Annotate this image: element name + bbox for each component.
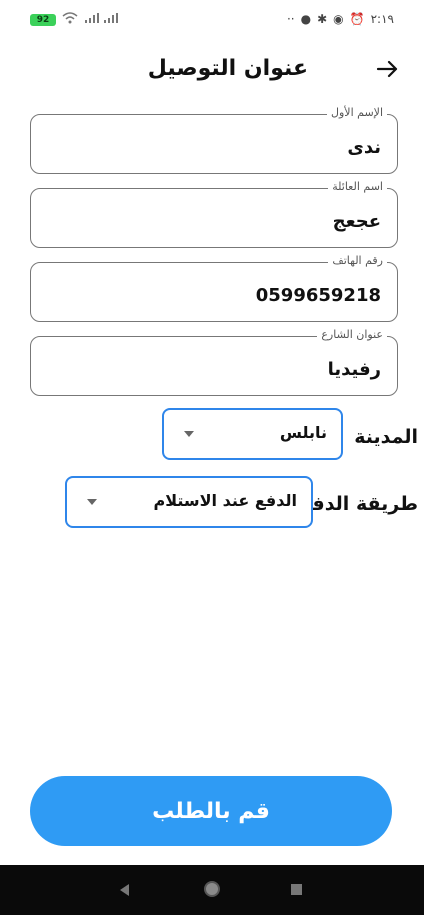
city-dropdown[interactable]: نابلس [162, 408, 343, 460]
bluetooth-icon: ✱ [317, 12, 328, 26]
last-name-value[interactable]: عجعج [333, 211, 381, 232]
status-right: ·· ● ✱ ◉ ⏰ ٢:١٩ [287, 12, 394, 26]
app-bar: عنوان التوصيل [0, 48, 424, 92]
status-left: 92 [30, 12, 120, 27]
first-name-value[interactable]: ندى [347, 137, 381, 158]
first-name-field[interactable]: الإسم الأول ندى [30, 106, 398, 174]
last-name-label: اسم العائلة [328, 180, 387, 193]
city-label: المدينة [354, 426, 418, 448]
city-selected: نابلس [279, 423, 327, 442]
phone-label: رقم الهاتف [328, 254, 387, 267]
place-order-button[interactable]: قم بالطلب [30, 776, 392, 846]
payment-dropdown[interactable]: الدفع عند الاستلام [65, 476, 313, 528]
street-label: عنوان الشارع [317, 328, 387, 341]
payment-selected: الدفع عند الاستلام [153, 491, 297, 510]
notification-dot-icon: ● [300, 12, 312, 26]
signal-icon [84, 12, 120, 27]
wifi-icon [62, 12, 78, 27]
nav-home-icon[interactable] [204, 881, 220, 897]
street-value[interactable]: رفيديا [328, 359, 381, 380]
last-name-field[interactable]: اسم العائلة عجعج [30, 180, 398, 248]
phone-field[interactable]: رقم الهاتف 0599659218 [30, 254, 398, 322]
street-field[interactable]: عنوان الشارع رفيديا [30, 328, 398, 396]
back-arrow-icon[interactable] [370, 52, 404, 86]
system-nav-bar [0, 865, 424, 915]
nav-back-icon[interactable] [120, 884, 129, 896]
status-bar: 92 ·· ● ✱ ◉ ⏰ ٢:١٩ [0, 0, 424, 40]
clock-text: ٢:١٩ [370, 12, 394, 26]
payment-label: طريقة الدفع [299, 493, 418, 515]
nav-recents-icon[interactable] [291, 884, 302, 895]
first-name-label: الإسم الأول [327, 106, 387, 119]
phone-value[interactable]: 0599659218 [256, 285, 381, 306]
chevron-down-icon [184, 431, 194, 437]
chevron-down-icon [87, 499, 97, 505]
page-title: عنوان التوصيل [147, 56, 308, 81]
alarm-icon: ⏰ [349, 12, 365, 26]
more-icon: ·· [286, 12, 295, 26]
settings-icon: ◉ [333, 12, 344, 26]
battery-icon: 92 [30, 13, 56, 26]
